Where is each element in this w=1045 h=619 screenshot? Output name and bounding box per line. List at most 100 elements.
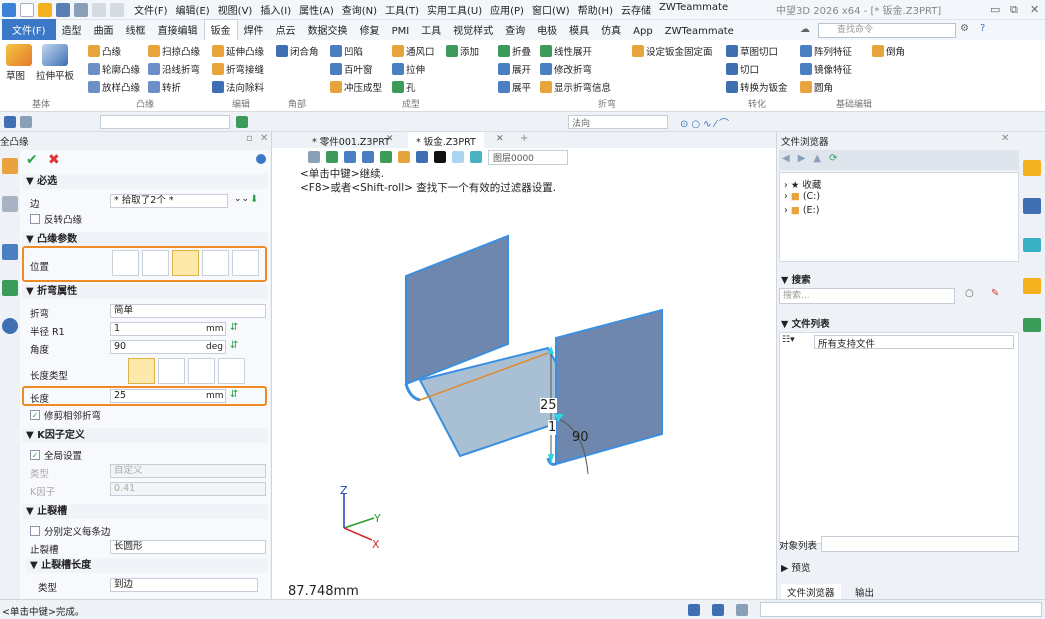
menu-window[interactable]: 窗口(W) xyxy=(532,2,570,17)
panel-close-icon[interactable]: ✕ xyxy=(260,133,268,144)
menu-apps[interactable]: 应用(P) xyxy=(490,2,524,17)
define-each-edge-checkbox[interactable]: 分别定义每条边 xyxy=(30,524,111,538)
file-filter-dropdown[interactable]: 所有支持文件 xyxy=(814,335,1014,350)
print-icon[interactable] xyxy=(74,2,88,17)
louver-button[interactable]: 百叶窗 xyxy=(330,62,373,76)
minimize-icon[interactable]: ▭ xyxy=(990,3,1000,16)
undo-icon[interactable] xyxy=(92,2,106,17)
tab-app[interactable]: App xyxy=(627,24,659,40)
status-list-icon[interactable] xyxy=(736,604,748,616)
doc-tab-sheetmetal[interactable]: * 钣金.Z3PRT xyxy=(408,132,484,148)
tab-query[interactable]: 查询 xyxy=(499,20,531,40)
filter-list-icon[interactable] xyxy=(20,116,32,128)
tab-wireframe[interactable]: 线框 xyxy=(120,20,152,40)
command-search-input[interactable]: 查找命令 xyxy=(818,23,956,38)
panel-pin-icon[interactable]: ▫ xyxy=(246,133,253,144)
extrude-plate-icon[interactable] xyxy=(42,44,68,66)
layer-icon[interactable] xyxy=(2,280,18,296)
filter-dropdown[interactable] xyxy=(100,115,230,129)
normal-direction-field[interactable]: 法向 xyxy=(568,115,668,129)
search-section-header[interactable]: ▼ 搜索 xyxy=(781,272,811,286)
tab-tools[interactable]: 工具 xyxy=(415,20,447,40)
reverse-flange-checkbox[interactable]: 反转凸缘 xyxy=(30,212,82,226)
view-manager-icon[interactable] xyxy=(2,244,18,260)
extend-flange-button[interactable]: 延伸凸缘 xyxy=(212,44,264,58)
restore-icon[interactable]: ⧉ xyxy=(1010,3,1018,17)
view-mode-icon[interactable]: ☷▾ xyxy=(782,335,795,345)
ok-check-icon[interactable]: ✔ xyxy=(26,152,38,168)
right-panel-close-icon[interactable]: ✕ xyxy=(1001,133,1009,144)
close-icon[interactable]: ✕ xyxy=(1030,3,1039,16)
tab-repair[interactable]: 修复 xyxy=(354,20,386,40)
tab-surface[interactable]: 曲面 xyxy=(88,20,120,40)
tab-sheet-metal[interactable]: 钣金 xyxy=(203,19,238,40)
left-bend-edge[interactable] xyxy=(404,383,421,402)
tab-electrode[interactable]: 电极 xyxy=(531,20,563,40)
tab-modeling[interactable]: 造型 xyxy=(56,20,88,40)
bend-dropdown[interactable]: 简单 xyxy=(110,304,266,318)
file-browser-icon[interactable] xyxy=(1023,160,1041,176)
edge-pick-icon[interactable]: ⬇ xyxy=(250,194,258,205)
clear-search-icon[interactable]: ✎ xyxy=(991,288,999,299)
tool-icon[interactable] xyxy=(1023,318,1041,332)
tree-drive-c[interactable]: › ■ (C:) xyxy=(784,191,820,202)
position-option-3[interactable] xyxy=(172,250,199,276)
modify-bend-button[interactable]: 修改折弯 xyxy=(540,62,592,76)
user-icon[interactable] xyxy=(2,318,18,334)
tab-file[interactable]: 文件(F) xyxy=(2,19,56,40)
flange-button[interactable]: 凸缘 xyxy=(88,44,121,58)
stamp-button[interactable]: 冲压成型 xyxy=(330,80,382,94)
library-icon[interactable] xyxy=(1023,278,1041,294)
bottom-tab-file-browser[interactable]: 文件浏览器 xyxy=(781,584,841,600)
define-each-edge-box[interactable] xyxy=(30,526,40,536)
length-type-option-4[interactable] xyxy=(218,358,245,384)
assembly-icon[interactable] xyxy=(2,196,18,212)
sketch-tools-icon[interactable]: ⊙○∿⁄⌒ xyxy=(680,115,732,130)
edge-field[interactable]: * 拾取了2个 * xyxy=(110,194,228,208)
loft-flange-button[interactable]: 放样凸缘 xyxy=(88,80,140,94)
doc-tab-part[interactable]: * 零件001.Z3PRT xyxy=(312,134,390,148)
status-input-field[interactable] xyxy=(760,602,1042,617)
help-icon[interactable]: ? xyxy=(980,23,985,34)
pattern-feature-button[interactable]: 阵列特征 xyxy=(800,44,852,58)
global-setting-box[interactable]: ✓ xyxy=(30,450,40,460)
tab-visual-style[interactable]: 视觉样式 xyxy=(447,20,499,40)
file-search-input[interactable]: 搜索... xyxy=(779,288,955,304)
position-option-2[interactable] xyxy=(142,250,169,276)
materials-icon[interactable] xyxy=(1023,238,1041,252)
bend-along-line-button[interactable]: 沿线折弯 xyxy=(148,62,200,76)
tab-weldment[interactable]: 焊件 xyxy=(238,20,270,40)
fold-button[interactable]: 折叠 xyxy=(498,44,531,58)
vent-button[interactable]: 通风口 xyxy=(392,44,435,58)
position-option-4[interactable] xyxy=(202,250,229,276)
tree-drive-e[interactable]: › ■ (E:) xyxy=(784,205,819,216)
section-k-factor[interactable]: ▼ K因子定义 xyxy=(22,428,268,443)
hole-button[interactable]: 孔 xyxy=(392,80,416,94)
length-type-option-2[interactable] xyxy=(158,358,185,384)
form-info-icon[interactable] xyxy=(256,154,266,164)
new-tab-icon[interactable]: + xyxy=(520,133,528,144)
menu-attribute[interactable]: 属性(A) xyxy=(299,2,334,17)
back-icon[interactable]: ◀ xyxy=(782,153,790,167)
sketch-button[interactable]: 草图 xyxy=(6,68,25,82)
length-stepper-icon[interactable]: ⇵ xyxy=(230,389,238,400)
angle-stepper-icon[interactable]: ⇵ xyxy=(230,340,238,351)
bend-seam-button[interactable]: 折弯接缝 xyxy=(212,62,264,76)
section-relief[interactable]: ▼ 止裂槽 xyxy=(22,504,268,519)
sketch-icon[interactable] xyxy=(6,44,32,66)
fillet-button[interactable]: 圆角 xyxy=(800,80,833,94)
menu-edit[interactable]: 编辑(E) xyxy=(176,2,210,17)
position-option-5[interactable] xyxy=(232,250,259,276)
open-folder-icon[interactable] xyxy=(38,2,52,17)
trim-adjacent-box[interactable]: ✓ xyxy=(30,410,40,420)
relief-dropdown[interactable]: 长圆形 xyxy=(110,540,266,554)
sketch-cut-button[interactable]: 草图切口 xyxy=(726,44,778,58)
gallery-icon[interactable] xyxy=(1023,198,1041,214)
new-file-icon[interactable] xyxy=(20,2,34,17)
redo-icon[interactable] xyxy=(110,2,124,17)
mirror-feature-button[interactable]: 镜像特征 xyxy=(800,62,852,76)
closed-corner-button[interactable]: 闭合角 xyxy=(276,44,319,58)
show-bend-info-button[interactable]: 显示折弯信息 xyxy=(540,80,611,94)
up-icon[interactable]: ▲ xyxy=(813,153,821,167)
stretch-button[interactable]: 拉伸 xyxy=(392,62,425,76)
